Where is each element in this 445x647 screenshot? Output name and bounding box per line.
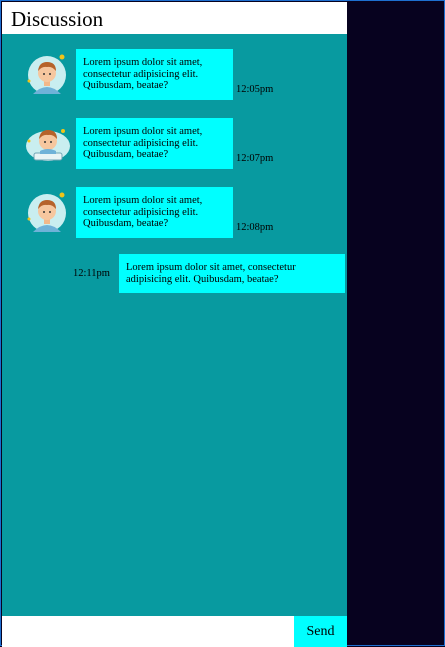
message-bubble: Lorem ipsum dolor sit amet, consectetur … (76, 187, 233, 238)
chat-header: Discussion (2, 2, 347, 34)
user-avatar-icon (24, 119, 72, 167)
message-timestamp: 12:08pm (236, 222, 274, 233)
right-sidebar (347, 2, 444, 645)
message-input[interactable] (2, 616, 294, 647)
message-bubble: Lorem ipsum dolor sit amet, consectetur … (76, 49, 233, 100)
message-timestamp: 12:05pm (236, 84, 274, 95)
page-title: Discussion (11, 7, 104, 31)
message-timestamp: 12:07pm (236, 153, 274, 164)
message-composer: Send (2, 616, 347, 647)
message-bubble: Lorem ipsum dolor sit amet, consectetur … (76, 118, 233, 169)
message-timestamp: 12:11pm (73, 268, 110, 279)
message-bubble-outgoing: Lorem ipsum dolor sit amet, consectetur … (119, 254, 345, 293)
send-button[interactable]: Send (294, 616, 347, 647)
user-avatar-icon (24, 50, 72, 98)
chat-panel: Discussion Lorem ipsum dolor sit amet, c… (2, 2, 347, 647)
user-avatar-icon (24, 188, 72, 236)
